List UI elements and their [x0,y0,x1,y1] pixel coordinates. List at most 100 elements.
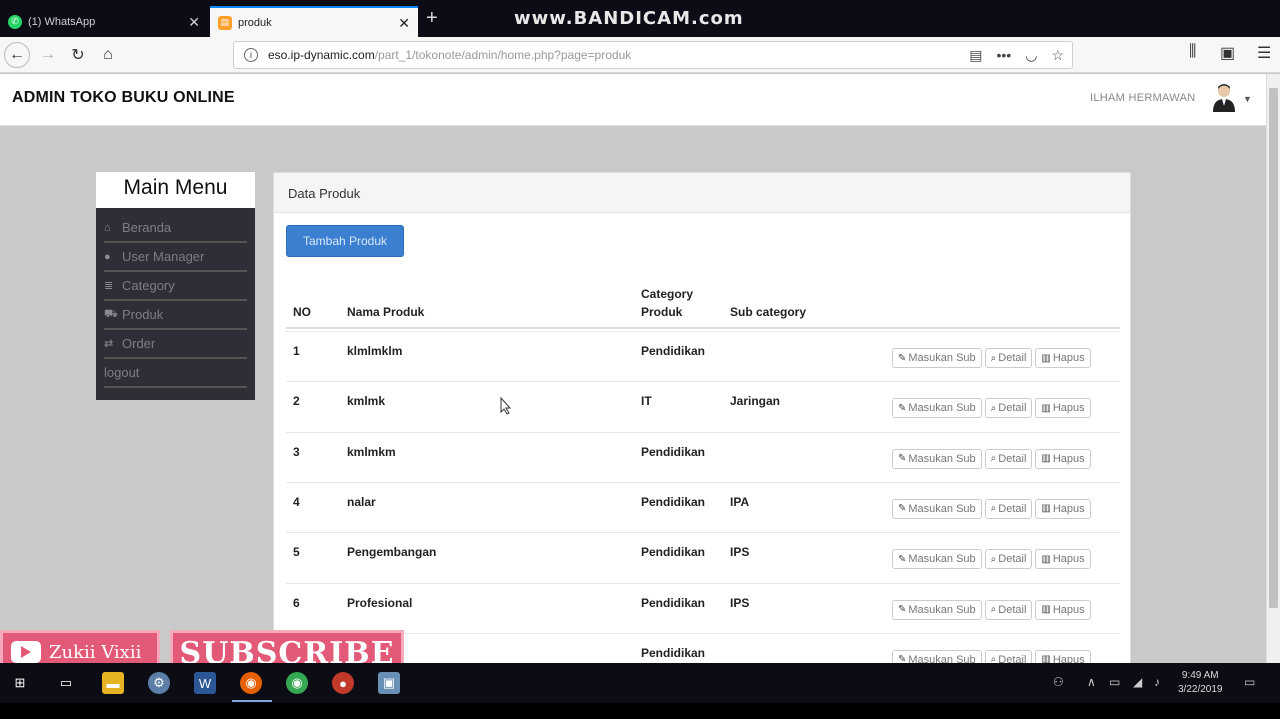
hapus-button[interactable]: ▥ Hapus [1035,348,1091,368]
trash-icon: ▥ [1041,453,1051,465]
detail-button[interactable]: ⌕ Detail [984,448,1033,469]
task-view-icon[interactable]: ▭ [55,672,77,694]
sidebar-item-produk[interactable]: ⛟ Produk [104,301,247,330]
battery-icon[interactable]: ▭ [1109,675,1120,689]
button-label: Masukan Sub [908,502,976,515]
cell-nama-produk: Profesional [347,595,413,610]
sidebar-item-beranda[interactable]: ⌂ Beranda [104,214,247,243]
menu-icon[interactable]: ☰ [1257,43,1271,63]
windows-start-icon[interactable]: ⊞ [9,672,31,694]
volume-icon[interactable]: ♪ [1154,675,1160,689]
sidebar-item-label: Produk [122,307,164,322]
masukan-sub-button[interactable]: ✎ Masukan Sub [892,398,982,419]
url-host: eso.ip-dynamic.com [268,48,375,62]
chevron-up-icon[interactable]: ∧ [1087,675,1096,689]
search-icon: ⌕ [990,553,997,565]
firefox-icon[interactable]: ◉ [240,672,262,694]
address-bar[interactable]: i eso.ip-dynamic.com /part_1/tokonote/ad… [233,41,1073,69]
cell-no: 1 [293,344,300,358]
cell-nama-produk: kmlmkm [347,444,396,459]
taskbar: ⊞ ▭ ▬ ⚙ W ◉ ◉ ● ▣ ⚇ ∧ ▭ ◢ ♪ 9:49 AM 3/22… [0,663,1280,703]
sidebar-item-category[interactable]: ≣ Category [104,272,247,301]
home-icon: ⌂ [104,221,111,234]
chevron-down-icon[interactable]: ▼ [1243,94,1252,104]
sidebar-item-logout[interactable]: logout [104,359,247,388]
whatsapp-icon: ✆ [8,14,22,29]
sidebar-toggle-icon[interactable]: ▣ [1220,43,1235,63]
hapus-button[interactable]: ▥ Hapus [1035,448,1091,469]
hapus-button[interactable]: ▥ Hapus [1035,599,1091,620]
bookmark-star-icon[interactable]: ☆ [1051,47,1064,64]
page-scrollbar[interactable] [1266,74,1280,663]
cell-category: Pendidikan [641,494,706,509]
hapus-button[interactable]: ▥ Hapus [1035,398,1091,419]
button-label: Hapus [1052,352,1085,364]
sidebar-menu: ⌂ Beranda ● User Manager ≣ Category ⛟ Pr… [96,208,255,400]
column-header-no: NO [293,305,311,319]
add-product-button[interactable]: Tambah Produk [286,225,404,257]
search-icon: ⌕ [990,503,997,515]
cell-no: 5 [293,545,300,560]
button-label: Detail [998,402,1027,415]
taskbar-clock[interactable]: 9:49 AM 3/22/2019 [1178,669,1223,697]
file-explorer-icon[interactable]: ▬ [102,672,124,694]
masukan-sub-button[interactable]: ✎ Masukan Sub [892,348,982,368]
edit-icon: ✎ [898,553,907,565]
list-icon: ≣ [104,280,114,292]
library-icon[interactable]: ⫼ [1189,43,1196,61]
hapus-button[interactable]: ▥ Hapus [1035,498,1091,519]
pocket-icon[interactable]: ◡ [1025,47,1037,64]
home-button[interactable]: ⌂ [96,43,120,67]
tab-whatsapp[interactable]: ✆ (1) WhatsApp ✕ [0,6,208,37]
scrollbar-thumb[interactable] [1269,88,1278,608]
tab-produk[interactable]: ▤ produk ✕ [210,6,418,37]
detail-button[interactable]: ⌕ Detail [984,498,1033,519]
detail-button[interactable]: ⌕ Detail [984,398,1033,419]
masukan-sub-button[interactable]: ✎ Masukan Sub [892,549,982,570]
close-icon[interactable]: ✕ [188,15,200,29]
button-label: Masukan Sub [908,402,976,415]
cell-nama-produk: klmlmklm [347,344,403,358]
avatar-icon[interactable] [1211,82,1237,112]
recorder-icon[interactable]: ● [332,672,354,694]
reload-button[interactable]: ↻ [66,43,90,67]
people-icon[interactable]: ⚇ [1053,675,1064,689]
masukan-sub-button[interactable]: ✎ Masukan Sub [892,599,982,620]
word-icon[interactable]: W [194,672,216,694]
sidebar-item-label: User Manager [122,249,205,264]
cell-no: 2 [293,394,300,409]
app-icon[interactable]: ▣ [378,672,400,694]
row-actions: ✎ Masukan Sub ⌕ Detail ▥ Hapus [892,348,1091,368]
back-button[interactable]: ← [4,42,30,68]
cell-category: Pendidikan [641,645,706,660]
new-tab-button[interactable]: + [426,8,438,28]
table-row: 5 Pengembangan Pendidikan IPS ✎ Masukan Sub ⌕ D… [286,532,1120,582]
browser-tab-bar: ✆ (1) WhatsApp ✕ ▤ produk ✕ + www.BANDIC… [0,0,1280,37]
site-title: ADMIN TOKO BUKU ONLINE [12,89,235,106]
detail-button[interactable]: ⌕ Detail [984,348,1033,368]
masukan-sub-button[interactable]: ✎ Masukan Sub [892,498,982,519]
detail-button[interactable]: ⌕ Detail [984,599,1033,620]
reader-view-icon[interactable]: ▤ [969,47,982,64]
detail-button[interactable]: ⌕ Detail [984,549,1033,570]
user-name[interactable]: ILHAM HERMAWAN [1090,92,1195,104]
sidebar-item-user-manager[interactable]: ● User Manager [104,243,247,272]
button-label: Detail [998,603,1027,616]
row-actions: ✎ Masukan Sub ⌕ Detail ▥ Hapus [892,398,1091,419]
notification-icon[interactable]: ▭ [1244,675,1255,689]
sidebar-item-order[interactable]: ⇄ Order [104,330,247,359]
product-panel: Data Produk Tambah Produk NO Nama Produk… [273,172,1131,672]
user-icon: ● [104,250,111,263]
info-icon[interactable]: i [244,48,258,62]
hapus-button[interactable]: ▥ Hapus [1035,549,1091,570]
settings-app-icon[interactable]: ⚙ [148,672,170,694]
more-icon[interactable]: ••• [997,47,1012,64]
chrome-icon[interactable]: ◉ [286,672,308,694]
button-label: Hapus [1052,603,1085,616]
network-icon[interactable]: ◢ [1133,675,1142,689]
masukan-sub-button[interactable]: ✎ Masukan Sub [892,448,982,469]
close-icon[interactable]: ✕ [398,16,410,30]
forward-button[interactable]: → [36,43,60,67]
button-label: Detail [998,553,1027,566]
row-actions: ✎ Masukan Sub ⌕ Detail ▥ Hapus [892,549,1091,570]
